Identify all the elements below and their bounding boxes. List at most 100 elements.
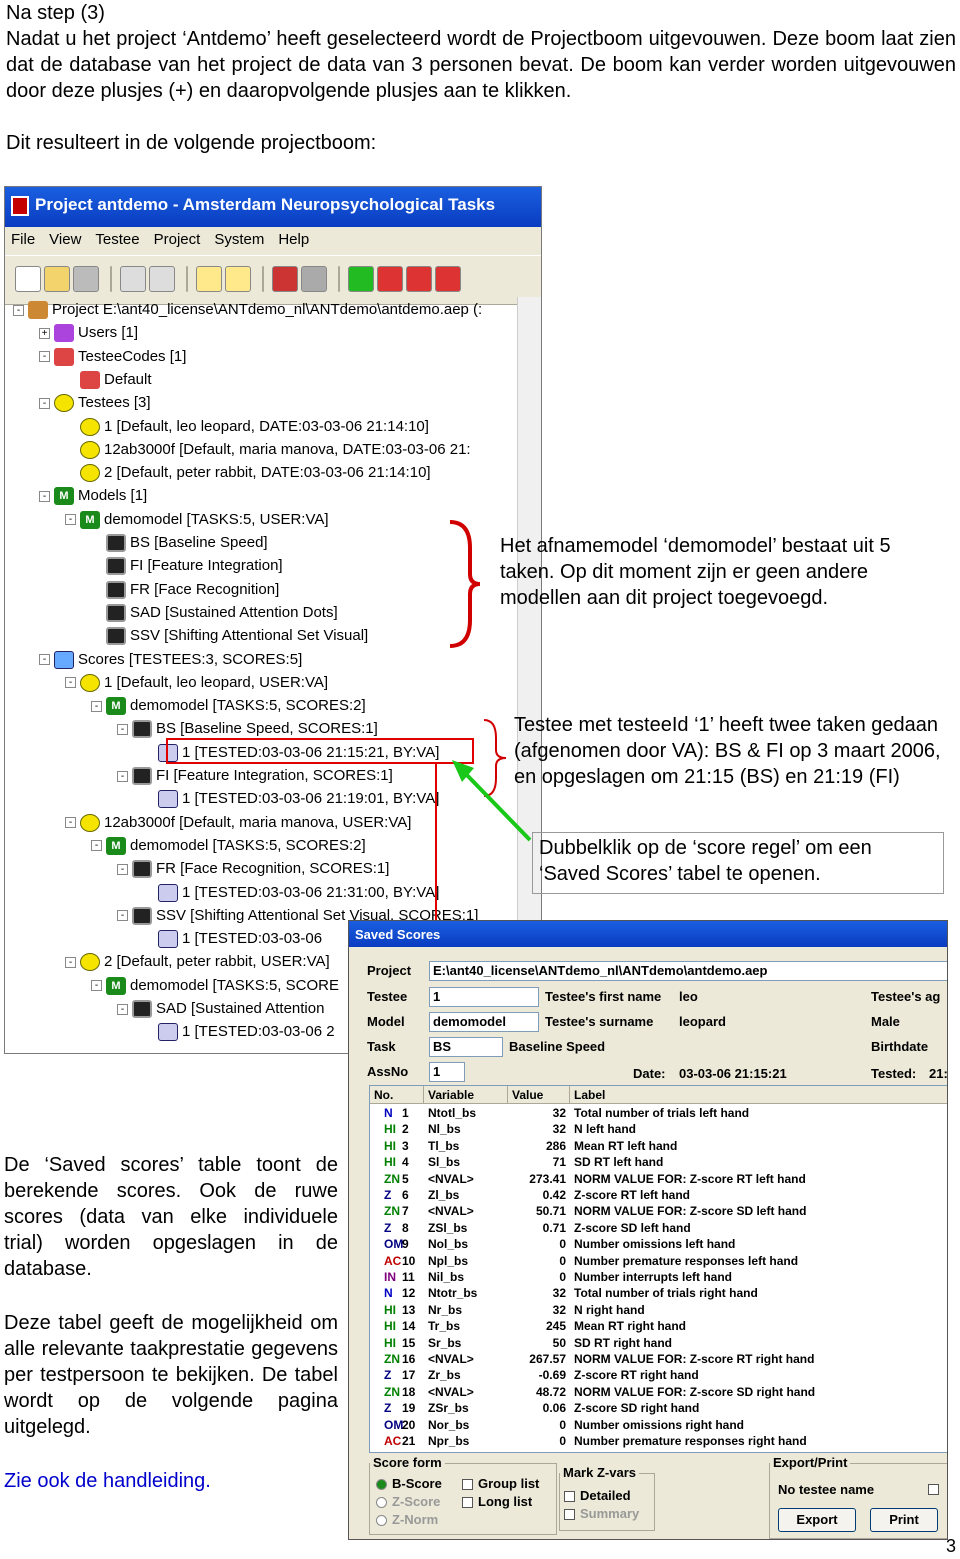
- green-arrow: [460, 768, 532, 842]
- row-no: 21: [402, 1434, 416, 1448]
- task-icon: [132, 1000, 152, 1019]
- project-field[interactable]: E:\ant40_license\ANTdemo_nl\ANTdemo\antd…: [429, 961, 947, 981]
- table-row[interactable]: Z 6 Zl_bs 0.42 Z-score RT left hand: [370, 1187, 947, 1203]
- bscore-radio[interactable]: B-Score: [376, 1476, 442, 1491]
- row-no: 15: [402, 1335, 416, 1350]
- date-label: Date:: [633, 1066, 666, 1081]
- mark-zvars-title: Mark Z-vars: [560, 1465, 639, 1480]
- date-value: 03-03-06 21:15:21: [679, 1066, 787, 1081]
- col-label[interactable]: Label: [570, 1086, 947, 1104]
- row-label: Number premature responses left hand: [574, 1253, 799, 1268]
- table-row[interactable]: Z 17 Zr_bs -0.69 Z-score RT right hand: [370, 1367, 947, 1383]
- row-no: 4: [402, 1155, 409, 1170]
- group-list-checkbox[interactable]: Group list: [462, 1476, 539, 1491]
- table-row[interactable]: Z 8 ZSl_bs 0.71 Z-score SD left hand: [370, 1220, 947, 1236]
- row-label: Total number of trials left hand: [574, 1106, 750, 1120]
- table-row[interactable]: ZN 18 <NVAL> 48.72 NORM VALUE FOR: Z-score S…: [370, 1384, 947, 1400]
- surname-value: leopard: [679, 1014, 726, 1029]
- tree-node-label: SAD [Sustained Attention: [156, 1000, 325, 1017]
- tree-node[interactable]: - Mdemomodel [TASKS:5, SCORE: [91, 975, 339, 997]
- table-row[interactable]: HI 14 Tr_bs 245 Mean RT right hand: [370, 1318, 947, 1334]
- row-label: Z-score RT left hand: [574, 1188, 691, 1202]
- testee-label: Testee: [367, 989, 408, 1004]
- table-row[interactable]: HI 3 Tl_bs 286 Mean RT left hand: [370, 1138, 947, 1154]
- table-row[interactable]: ZN 5 <NVAL> 273.41 NORM VALUE FOR: Z-score R…: [370, 1171, 947, 1187]
- print-button[interactable]: Print: [870, 1508, 938, 1532]
- col-variable[interactable]: Variable: [424, 1086, 508, 1104]
- row-no: 7: [402, 1204, 409, 1219]
- table-row[interactable]: ZN 16 <NVAL> 267.57 NORM VALUE FOR: Z-score …: [370, 1351, 947, 1367]
- export-button[interactable]: Export: [778, 1508, 856, 1532]
- tested-label: Tested:: [871, 1066, 917, 1081]
- zscore-radio[interactable]: Z-Score: [376, 1494, 440, 1509]
- row-no: 6: [402, 1188, 409, 1202]
- table-row[interactable]: OM 20 Nor_bs 0 Number omissions right hand: [370, 1417, 947, 1433]
- project-label: Project: [367, 963, 412, 978]
- znorm-radio[interactable]: Z-Norm: [376, 1512, 438, 1527]
- summary-checkbox[interactable]: Summary: [564, 1506, 639, 1521]
- row-label: Mean RT left hand: [574, 1138, 678, 1153]
- col-value[interactable]: Value: [508, 1086, 570, 1104]
- table-row[interactable]: AC 10 Npl_bs 0 Number premature responses le…: [370, 1253, 947, 1269]
- manual-link[interactable]: Zie ook de handleiding.: [4, 1468, 211, 1494]
- row-tag: AC: [384, 1434, 402, 1448]
- row-variable: Sl_bs: [428, 1155, 461, 1170]
- row-tag: Z: [384, 1401, 392, 1416]
- row-no: 17: [402, 1368, 416, 1383]
- table-row[interactable]: N 12 Ntotr_bs 32 Total number of trials righ…: [370, 1285, 947, 1301]
- table-row[interactable]: IN 11 Nil_bs 0 Number interrupts left hand: [370, 1269, 947, 1285]
- row-variable: Nr_bs: [428, 1302, 463, 1317]
- row-value: 245: [545, 1319, 566, 1334]
- row-value: 0: [559, 1270, 566, 1284]
- row-value: 50: [552, 1335, 566, 1350]
- model-field[interactable]: demomodel: [429, 1012, 539, 1032]
- table-row[interactable]: HI 13 Nr_bs 32 N right hand: [370, 1302, 947, 1318]
- table-row[interactable]: HI 4 Sl_bs 71 SD RT left hand: [370, 1154, 947, 1170]
- table-row[interactable]: HI 2 Nl_bs 32 N left hand: [370, 1121, 947, 1137]
- row-tag: HI: [384, 1155, 396, 1170]
- task-label: Task: [367, 1039, 396, 1054]
- row-variable: <NVAL>: [428, 1384, 474, 1399]
- tree-node[interactable]: - SAD [Sustained Attention: [117, 998, 324, 1020]
- row-value: 0: [559, 1434, 566, 1448]
- row-value: 0.06: [542, 1401, 566, 1416]
- table-row[interactable]: AC 21 Npr_bs 0 Number premature responses ri…: [370, 1433, 947, 1449]
- table-row[interactable]: HI 15 Sr_bs 50 SD RT right hand: [370, 1335, 947, 1351]
- scores-grid[interactable]: No. Variable Value Label N 1 Ntotl_bs 32 Tot…: [369, 1085, 947, 1453]
- row-variable: Zr_bs: [428, 1368, 461, 1383]
- row-tag: HI: [384, 1302, 396, 1317]
- no-testee-checkbox[interactable]: [928, 1484, 939, 1495]
- row-label: Z-score SD left hand: [574, 1220, 691, 1235]
- row-tag: OM: [384, 1237, 404, 1252]
- testee-field[interactable]: 1: [429, 987, 539, 1007]
- long-list-checkbox[interactable]: Long list: [462, 1494, 532, 1509]
- collapse-icon[interactable]: -: [117, 1003, 128, 1015]
- row-label: Mean RT right hand: [574, 1319, 686, 1334]
- assno-field[interactable]: 1: [429, 1062, 465, 1082]
- col-no[interactable]: No.: [370, 1086, 424, 1104]
- table-row[interactable]: ZN 7 <NVAL> 50.71 NORM VALUE FOR: Z-score SD…: [370, 1203, 947, 1219]
- task-field[interactable]: BS: [429, 1037, 503, 1057]
- row-value: 286: [545, 1138, 566, 1153]
- row-variable: <NVAL>: [428, 1352, 474, 1366]
- row-label: Number omissions right hand: [574, 1417, 745, 1432]
- row-no: 18: [402, 1384, 416, 1399]
- model-label: Model: [367, 1014, 405, 1029]
- row-no: 12: [402, 1286, 416, 1301]
- collapse-icon[interactable]: -: [91, 980, 102, 992]
- row-label: Number premature responses right hand: [574, 1434, 807, 1448]
- table-row[interactable]: Z 19 ZSr_bs 0.06 Z-score SD right hand: [370, 1400, 947, 1416]
- row-no: 11: [402, 1270, 415, 1284]
- detailed-checkbox[interactable]: Detailed: [564, 1488, 631, 1503]
- row-value: 0: [559, 1253, 566, 1268]
- row-label: NORM VALUE FOR: Z-score SD right hand: [574, 1384, 816, 1399]
- assno-label: AssNo: [367, 1064, 409, 1079]
- table-row[interactable]: OM 9 Nol_bs 0 Number omissions left hand: [370, 1236, 947, 1252]
- row-tag: N: [384, 1286, 393, 1301]
- row-variable: Zl_bs: [428, 1188, 460, 1202]
- table-row[interactable]: N 1 Ntotl_bs 32 Total number of trials left …: [370, 1105, 947, 1121]
- tree-node[interactable]: 1 [TESTED:03-03-06 2: [143, 1021, 335, 1043]
- row-variable: Tl_bs: [428, 1138, 460, 1153]
- row-value: 0: [559, 1417, 566, 1432]
- tree-node-label: demomodel [TASKS:5, SCORE: [130, 976, 339, 994]
